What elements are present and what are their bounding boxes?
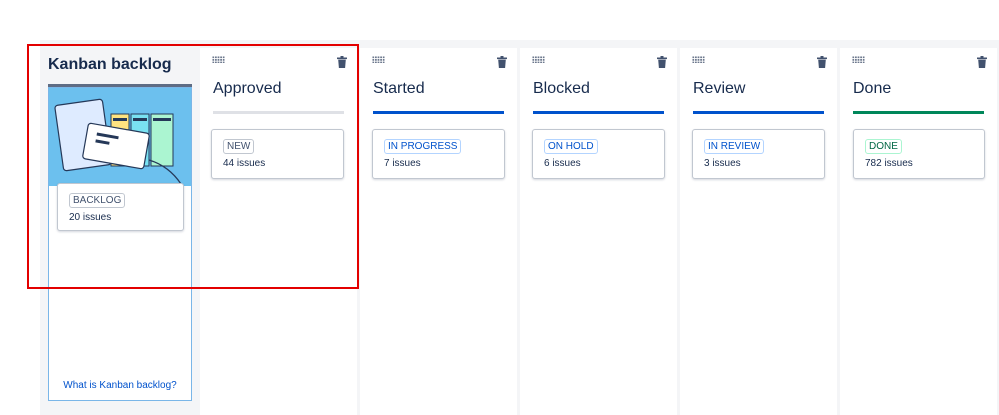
column-title: Approved (213, 80, 282, 97)
status-lozenge: IN REVIEW (704, 139, 765, 154)
trash-icon[interactable] (337, 56, 347, 68)
what-is-kanban-backlog-link[interactable]: What is Kanban backlog? (49, 380, 191, 391)
status-card[interactable]: IN REVIEW 3 issues (692, 129, 825, 179)
status-card[interactable]: NEW 44 issues (211, 129, 344, 179)
column-status-bar (693, 111, 824, 114)
column-started: Started IN PROGRESS 7 issues (360, 48, 517, 415)
column-status-bar (373, 111, 504, 114)
status-lozenge: NEW (223, 139, 255, 154)
trash-icon[interactable] (817, 56, 827, 68)
status-card[interactable]: DONE 782 issues (853, 129, 985, 179)
kanban-illustration (49, 88, 191, 186)
issue-count: 782 issues (865, 158, 913, 169)
issue-count: 6 issues (544, 158, 581, 169)
issue-count: 44 issues (223, 158, 266, 169)
trash-icon[interactable] (497, 56, 507, 68)
status-lozenge: DONE (865, 139, 902, 154)
kanban-backlog-column: Kanban backlog BACKLOG 20 issues What is… (40, 48, 200, 415)
trash-icon[interactable] (657, 56, 667, 68)
status-lozenge: BACKLOG (69, 193, 126, 208)
issue-count: 7 issues (384, 158, 421, 169)
trash-icon[interactable] (977, 56, 987, 68)
backlog-title: Kanban backlog (48, 56, 172, 73)
column-title: Started (373, 80, 425, 97)
issue-count: 20 issues (69, 212, 112, 223)
column-done: Done DONE 782 issues (840, 48, 997, 415)
backlog-dropzone: BACKLOG 20 issues What is Kanban backlog… (48, 87, 192, 401)
backlog-status-card[interactable]: BACKLOG 20 issues (57, 183, 184, 231)
column-review: Review IN REVIEW 3 issues (680, 48, 837, 415)
status-card[interactable]: ON HOLD 6 issues (532, 129, 665, 179)
column-title: Done (853, 80, 892, 97)
column-status-bar (533, 111, 664, 114)
column-status-bar (853, 111, 984, 114)
drag-handle-icon[interactable] (692, 56, 705, 63)
status-lozenge: IN PROGRESS (384, 139, 462, 154)
drag-handle-icon[interactable] (532, 56, 545, 63)
drag-handle-icon[interactable] (852, 56, 865, 63)
status-lozenge: ON HOLD (544, 139, 598, 154)
drag-handle-icon[interactable] (212, 56, 225, 63)
column-blocked: Blocked ON HOLD 6 issues (520, 48, 677, 415)
status-card[interactable]: IN PROGRESS 7 issues (372, 129, 505, 179)
column-status-bar (213, 111, 344, 114)
issue-count: 3 issues (704, 158, 741, 169)
column-approved: Approved NEW 44 issues (200, 48, 357, 415)
column-title: Review (693, 80, 746, 97)
column-title: Blocked (533, 80, 590, 97)
drag-handle-icon[interactable] (372, 56, 385, 63)
